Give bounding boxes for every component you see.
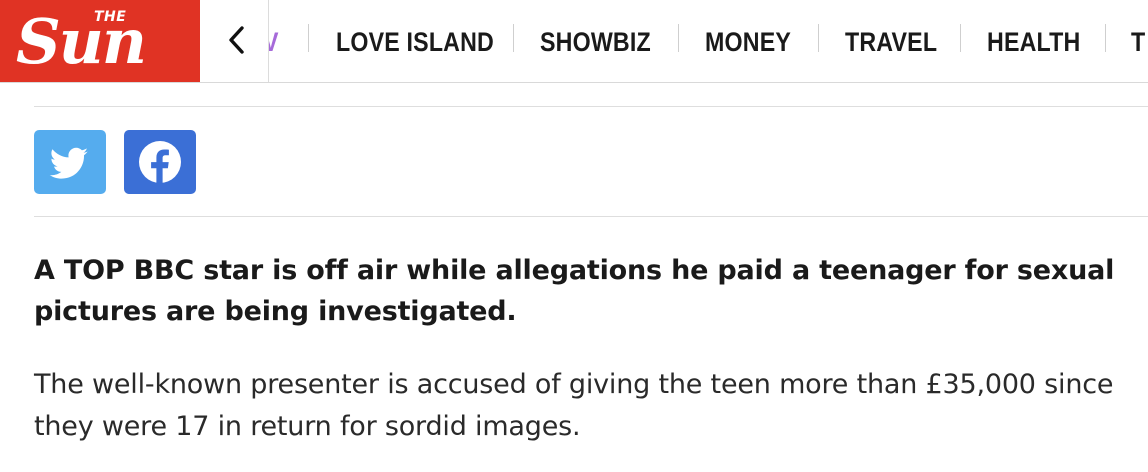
nav-item-love-island[interactable]: LOVE ISLAND xyxy=(336,0,494,82)
article-lead-paragraph: A TOP BBC star is off air while allegati… xyxy=(34,255,1115,327)
top-navigation-bar: THE Sun V LOVE ISLAND SHOWBIZ MONEY TRAV… xyxy=(0,0,1148,83)
chevron-left-icon xyxy=(229,26,244,54)
nav-item-health[interactable]: HEALTH xyxy=(987,0,1080,82)
nav-separator xyxy=(818,24,819,52)
nav-separator xyxy=(513,24,514,52)
nav-item-showbiz[interactable]: SHOWBIZ xyxy=(540,0,651,82)
the-sun-logo[interactable]: THE Sun xyxy=(0,0,200,82)
nav-separator xyxy=(678,24,679,52)
twitter-icon xyxy=(49,147,88,179)
divider-bottom xyxy=(34,216,1148,217)
divider-top xyxy=(34,106,1148,107)
nav-separator xyxy=(308,24,309,52)
section-nav: V LOVE ISLAND SHOWBIZ MONEY TRAVEL HEALT… xyxy=(269,0,1148,82)
logo-main-text: Sun xyxy=(16,5,147,78)
share-facebook-button[interactable] xyxy=(124,130,196,194)
nav-back-button[interactable] xyxy=(222,20,252,60)
nav-item-partial-right[interactable]: T xyxy=(1131,0,1145,82)
share-twitter-button[interactable] xyxy=(34,130,106,194)
article-body-paragraph: The well-known presenter is accused of g… xyxy=(34,369,1114,442)
nav-item-partial-left[interactable]: V xyxy=(269,0,279,82)
nav-separator xyxy=(960,24,961,52)
nav-item-travel[interactable]: TRAVEL xyxy=(845,0,937,82)
facebook-icon xyxy=(139,141,181,184)
nav-separator xyxy=(1105,24,1106,52)
nav-item-money[interactable]: MONEY xyxy=(705,0,791,82)
